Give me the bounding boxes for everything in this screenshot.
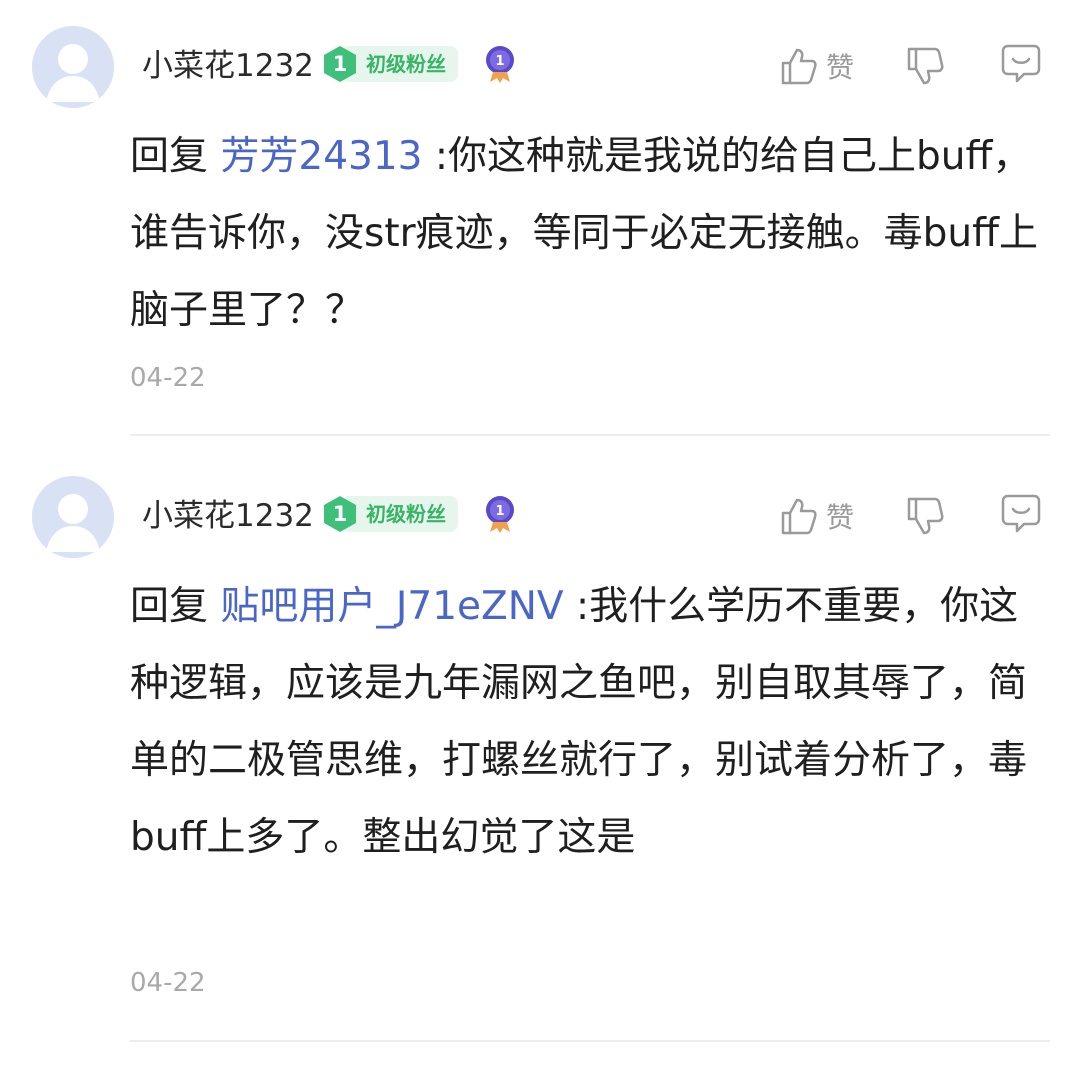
fan-badge[interactable]: 1 初级粉丝: [322, 495, 458, 533]
thumbs-down-icon: [907, 497, 944, 535]
comment-text: 回复 芳芳24313 :你这种就是我说的给自己上buff，谁告诉你，没str痕迹…: [130, 118, 1040, 349]
fan-label: 初级粉丝: [344, 496, 458, 532]
fan-level-number: 1: [332, 52, 348, 76]
mention-link[interactable]: 贴吧用户_J71eZNV: [220, 584, 563, 629]
like-label: 赞: [826, 501, 855, 534]
divider: [130, 434, 1050, 436]
diamond-level-icon: 1: [322, 45, 358, 83]
avatar[interactable]: [32, 476, 114, 558]
thumbs-up-icon: [781, 498, 817, 535]
comment-date: 04-22: [130, 363, 206, 393]
diamond-level-icon: 1: [322, 495, 358, 533]
reply-button[interactable]: [1000, 42, 1042, 86]
thumbs-down-icon: [907, 47, 944, 85]
username[interactable]: 小菜花1232: [142, 44, 314, 88]
avatar[interactable]: [32, 26, 114, 108]
default-avatar-icon: [32, 476, 114, 558]
reply-prefix: 回复: [130, 134, 209, 179]
fan-level-number: 1: [332, 502, 348, 526]
chat-bubble-icon: [1001, 494, 1041, 533]
comment-text: 回复 贴吧用户_J71eZNV :我什么学历不重要，你这种逻辑，应该是九年漏网之…: [130, 568, 1040, 876]
reply-prefix: 回复: [130, 584, 209, 629]
like-button[interactable]: 赞: [780, 494, 854, 538]
purple-medal-icon: 1: [484, 44, 516, 84]
thumbs-up-icon: [781, 48, 817, 85]
medal-level-number: 1: [495, 504, 504, 519]
username[interactable]: 小菜花1232: [142, 494, 314, 538]
fan-badge[interactable]: 1 初级粉丝: [322, 45, 458, 83]
like-label: 赞: [826, 51, 855, 84]
chat-bubble-icon: [1001, 44, 1041, 83]
mention-link[interactable]: 芳芳24313: [220, 134, 422, 179]
default-avatar-icon: [32, 26, 114, 108]
dislike-button[interactable]: [905, 44, 947, 88]
reply-button[interactable]: [1000, 492, 1042, 536]
medal-level-number: 1: [495, 54, 504, 69]
divider: [130, 1040, 1050, 1042]
comment-item: 小菜花1232 1 初级粉丝 1 赞: [0, 0, 1080, 440]
comment-date: 04-22: [130, 968, 206, 998]
like-button[interactable]: 赞: [780, 44, 854, 88]
purple-medal-icon: 1: [484, 494, 516, 534]
dislike-button[interactable]: [905, 494, 947, 538]
fan-label: 初级粉丝: [344, 46, 458, 82]
comment-item: 小菜花1232 1 初级粉丝 1 赞: [0, 450, 1080, 1050]
